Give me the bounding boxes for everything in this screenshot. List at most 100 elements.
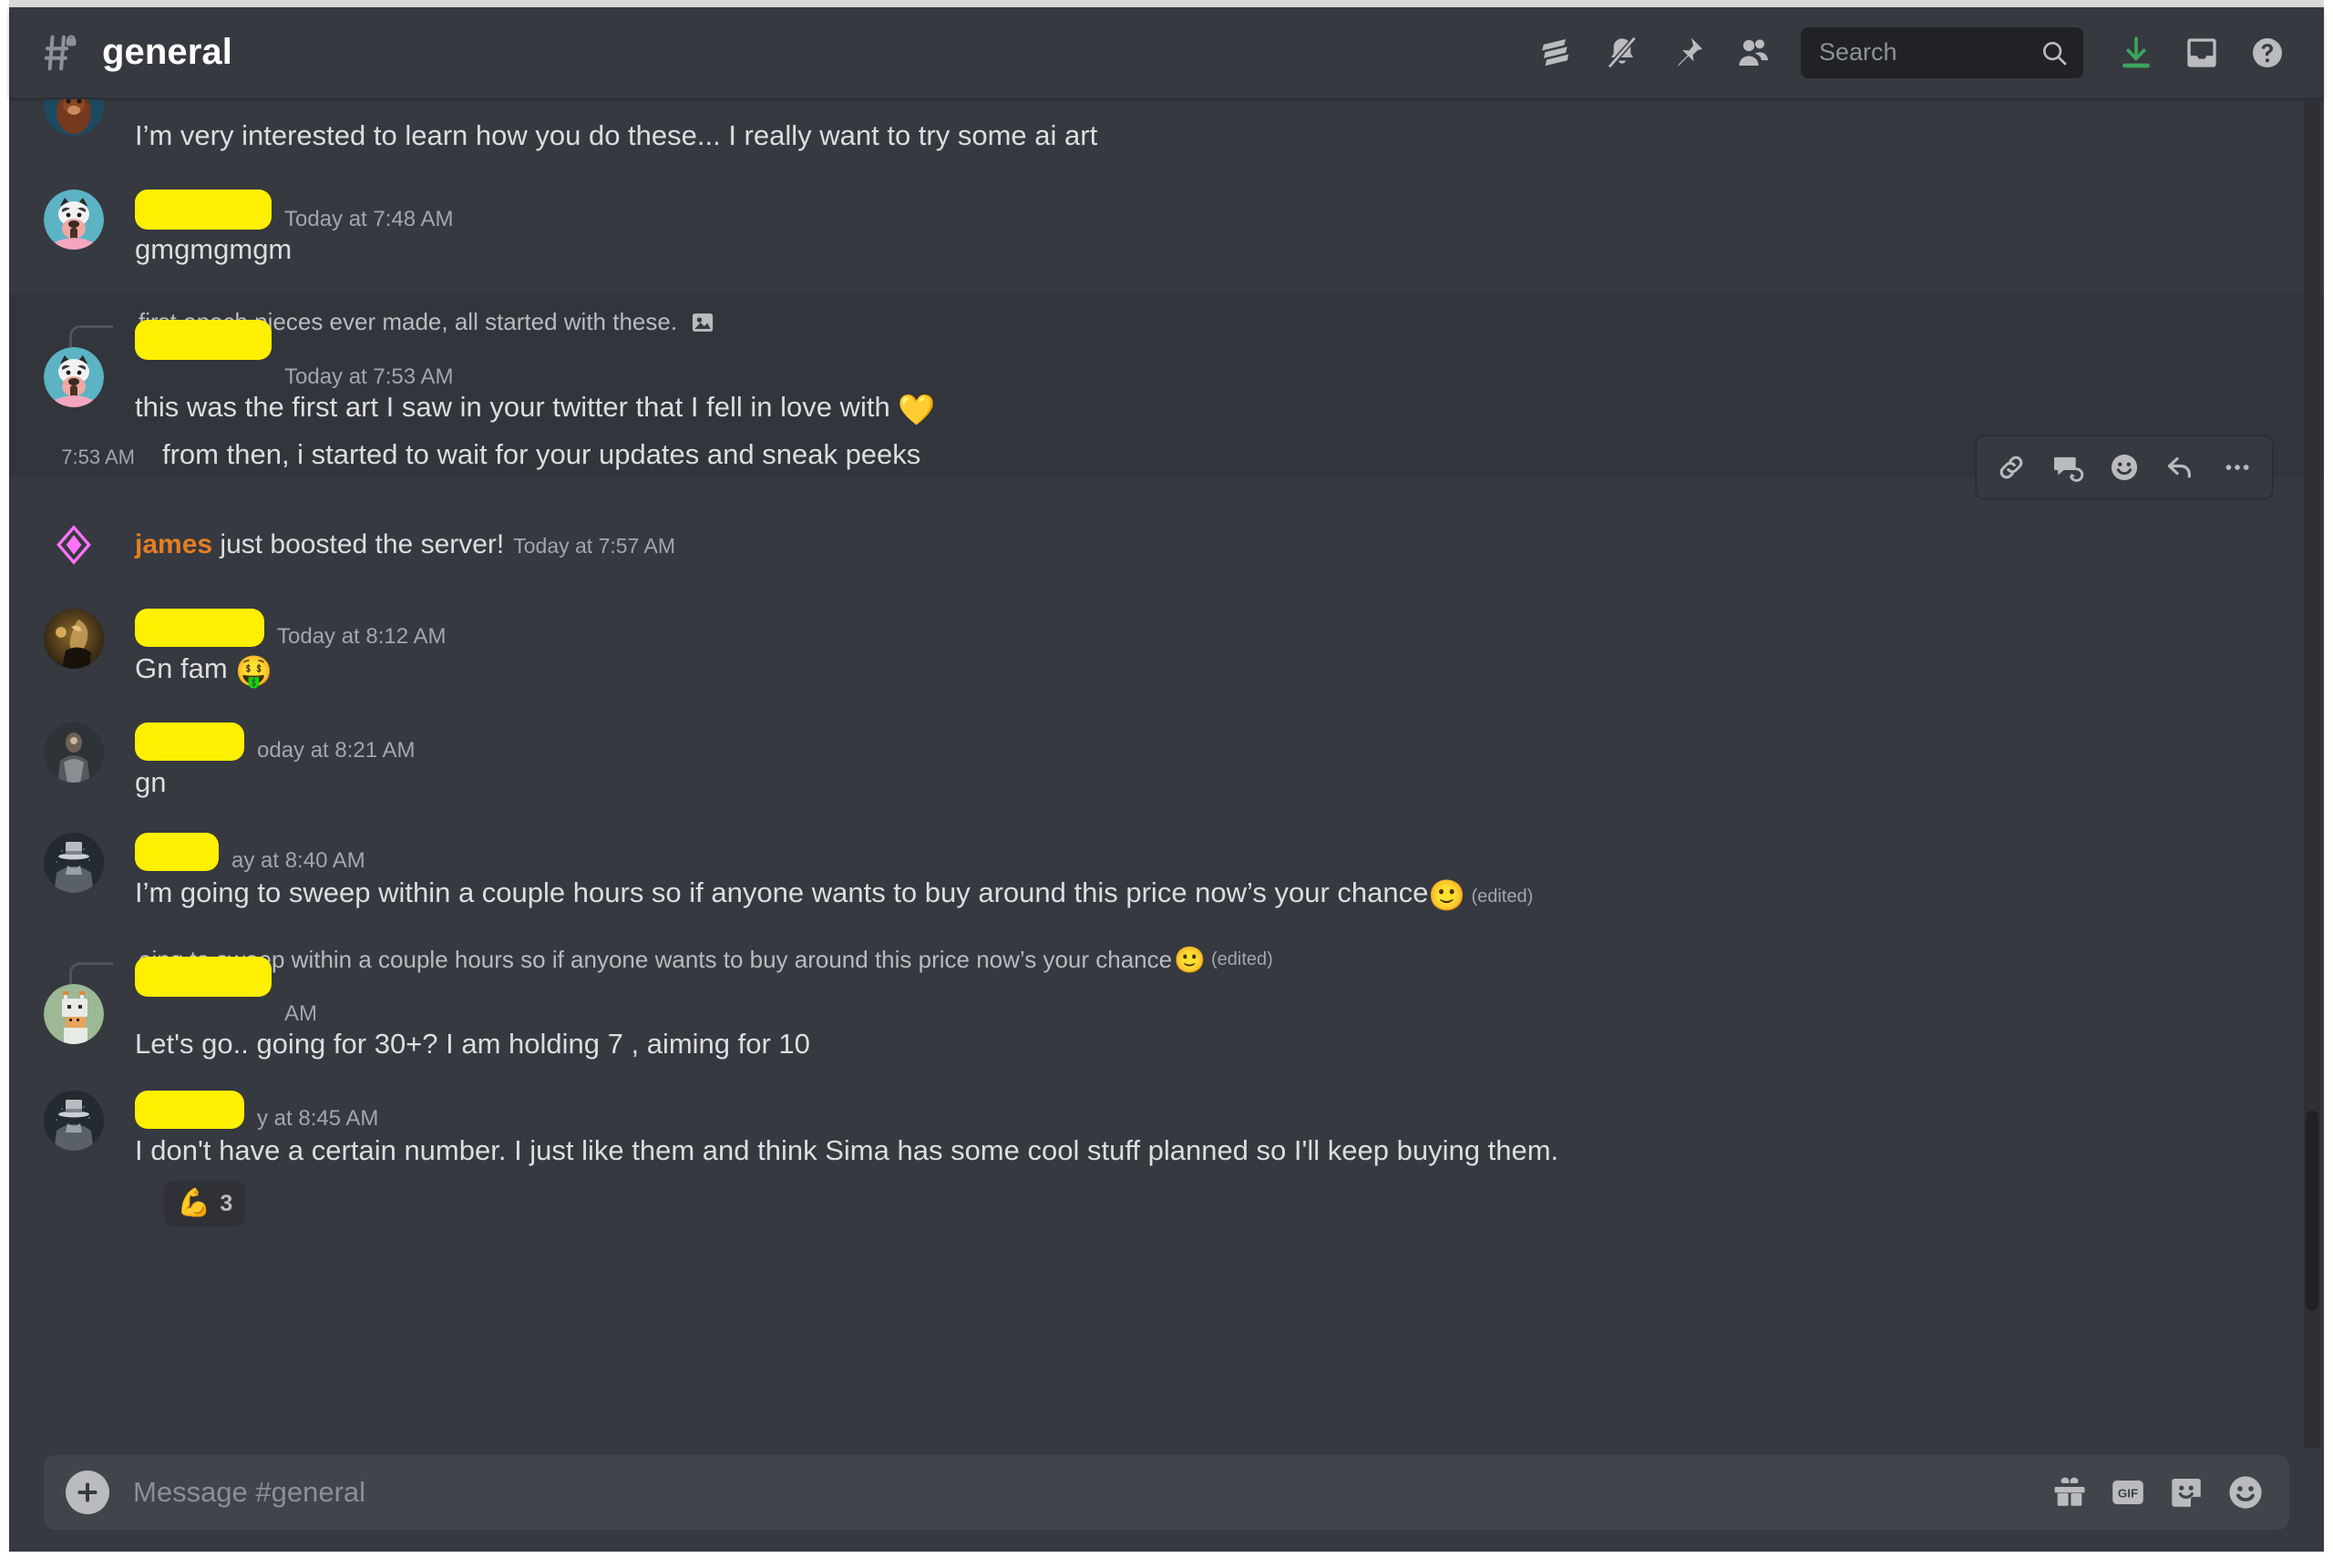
boost-action-text: just boosted the server!	[212, 529, 505, 560]
hash-lock-icon	[38, 27, 89, 78]
server-boost-icon	[44, 525, 104, 565]
search-input[interactable]: Search	[1801, 26, 2083, 78]
message-content: Let's go.. going for 30+? I am holding 7…	[135, 1028, 810, 1061]
search-icon	[2040, 38, 2069, 67]
avatar[interactable]	[44, 609, 104, 670]
window-edge-bottom	[0, 1552, 2333, 1568]
message-row[interactable]: ay at 8:40 AM I’m going to sweep within …	[9, 825, 2324, 919]
copy-link-icon[interactable]	[1986, 442, 2037, 493]
notifications-off-icon[interactable]	[1589, 24, 1655, 82]
avatar[interactable]	[44, 1091, 104, 1152]
channel-header: general Search	[9, 7, 2324, 98]
gif-icon[interactable]: GIF	[2109, 1473, 2147, 1512]
username-redaction	[135, 832, 219, 871]
emoji-icon[interactable]	[2225, 1472, 2266, 1512]
username-redaction	[135, 722, 244, 761]
message-hover-toolbar[interactable]	[1976, 436, 2273, 499]
help-icon[interactable]	[2235, 24, 2300, 82]
input-actions: GIF	[2050, 1472, 2266, 1512]
sticker-icon[interactable]	[2167, 1473, 2205, 1512]
flexed-biceps-emoji: 💪	[177, 1188, 211, 1219]
username-redaction	[135, 957, 272, 998]
message-input[interactable]: Message #general GIF	[44, 1455, 2289, 1530]
message-row[interactable]: Today at 7:48 AM gmgmgmgm	[9, 182, 2324, 272]
message-timestamp: ay at 8:40 AM	[231, 847, 365, 873]
message-timestamp: Today at 8:12 AM	[277, 624, 447, 650]
add-reaction-icon[interactable]	[2099, 442, 2150, 493]
message-content: gn	[135, 765, 167, 798]
username-redaction	[135, 1091, 244, 1130]
username-redaction	[135, 189, 272, 230]
message-list[interactable]: I’m very interested to learn how you do …	[9, 99, 2324, 1448]
message-input-placeholder: Message #general	[133, 1476, 366, 1508]
message-row[interactable]: y at 8:45 AM I don't have a certain numb…	[9, 1083, 2324, 1230]
message-text: this was the first art I saw in your twi…	[135, 390, 890, 423]
message-content: I’m very interested to learn how you do …	[135, 119, 1098, 151]
window-edge-left	[0, 0, 9, 1568]
reply-preview[interactable]: oing to sweep within a couple hours so i…	[9, 938, 2324, 994]
scrollbar-thumb[interactable]	[2306, 1111, 2318, 1311]
message-row-reply[interactable]: oing to sweep within a couple hours so i…	[9, 935, 2324, 1067]
slight-smile-emoji: 🙂	[1174, 945, 1206, 974]
more-options-icon[interactable]	[2212, 442, 2263, 493]
message-timestamp: oday at 8:21 AM	[257, 737, 416, 763]
avatar[interactable]	[44, 984, 104, 1045]
search-placeholder: Search	[1819, 38, 1897, 66]
message-row[interactable]: Today at 8:12 AM Gn fam 🤑	[9, 601, 2324, 695]
edited-badge: (edited)	[1471, 886, 1534, 907]
message-content: gmgmgmgm	[135, 232, 293, 265]
message-content: I don't have a certain number. I just li…	[135, 1134, 1559, 1167]
message-text: Gn fam	[135, 652, 228, 685]
message-content: this was the first art I saw in your twi…	[135, 385, 2269, 430]
reaction-list: 💪 3	[9, 1181, 2324, 1227]
username-redaction	[135, 609, 264, 648]
pin-icon[interactable]	[1655, 24, 1721, 82]
members-icon[interactable]	[1721, 24, 1786, 82]
message-row-reply[interactable]: first epoch pieces ever made, all starte…	[9, 293, 2324, 434]
message-timestamp: Today at 7:53 AM	[284, 364, 454, 389]
svg-text:GIF: GIF	[2118, 1487, 2138, 1501]
edited-badge: (edited)	[1210, 948, 1273, 969]
add-attachment-icon[interactable]	[66, 1471, 109, 1514]
scrollbar-track[interactable]	[2304, 99, 2320, 1448]
boost-username[interactable]: james	[135, 529, 212, 559]
avatar[interactable]	[44, 346, 104, 407]
window-edge-top	[0, 0, 2333, 7]
reply-icon[interactable]	[2155, 442, 2206, 493]
avatar[interactable]	[44, 99, 104, 136]
avatar[interactable]	[44, 832, 104, 893]
downloads-icon[interactable]	[2103, 24, 2169, 82]
window-edge-right	[2324, 0, 2333, 1568]
reply-preview-text: oing to sweep within a couple hours so i…	[139, 945, 1173, 973]
username-redaction	[135, 319, 272, 360]
discord-window: general Search I’m very interested to le…	[0, 0, 2333, 1568]
gift-icon[interactable]	[2050, 1473, 2089, 1512]
message-row[interactable]: oday at 8:21 AM gn	[9, 715, 2324, 805]
message-content: from then, i started to wait for your up…	[162, 438, 921, 471]
page-title: general	[102, 32, 232, 72]
slight-smile-emoji: 🙂	[1428, 877, 1466, 912]
reaction-count: 3	[220, 1190, 233, 1216]
message-timestamp: AM	[284, 1001, 317, 1027]
avatar[interactable]	[44, 722, 104, 783]
inbox-icon[interactable]	[2169, 24, 2235, 82]
message-row[interactable]: I’m very interested to learn how you do …	[9, 99, 2324, 159]
message-content: I’m going to sweep within a couple hours…	[135, 871, 2269, 916]
avatar[interactable]	[44, 189, 104, 250]
header-actions: Search	[1524, 24, 2324, 82]
reaction-chip[interactable]: 💪 3	[164, 1181, 246, 1227]
hover-timestamp: 7:53 AM	[61, 446, 135, 469]
boost-timestamp: Today at 7:57 AM	[513, 534, 675, 559]
message-text: I’m going to sweep within a couple hours…	[135, 876, 1429, 908]
create-thread-icon[interactable]	[2042, 442, 2093, 493]
system-message-boost[interactable]: james just boosted the server! Today at 7…	[9, 503, 2324, 587]
threads-icon[interactable]	[1524, 24, 1589, 82]
message-timestamp: y at 8:45 AM	[257, 1106, 379, 1132]
reply-preview[interactable]: first epoch pieces ever made, all starte…	[9, 302, 2324, 356]
money-mouth-emoji: 🤑	[235, 654, 273, 689]
image-attachment-icon	[690, 310, 715, 335]
message-input-bar: Message #general GIF	[9, 1448, 2324, 1552]
boost-message-text: james just boosted the server! Today at 7…	[135, 529, 675, 560]
message-timestamp: Today at 7:48 AM	[284, 206, 454, 231]
yellow-heart-emoji: 💛	[898, 392, 936, 426]
